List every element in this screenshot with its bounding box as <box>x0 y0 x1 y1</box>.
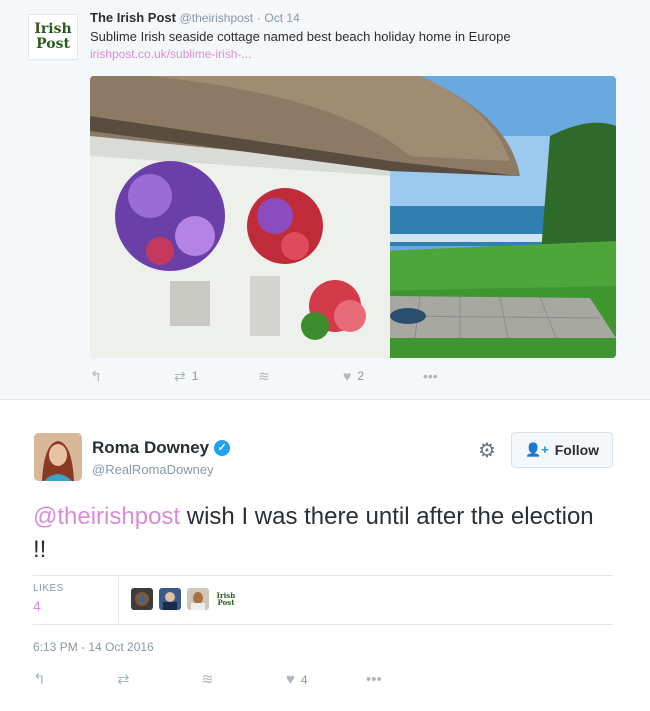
quoted-tweet-header: The Irish Post @theirishpost · Oct 14 <box>90 10 300 25</box>
quoted-retweet-button[interactable]: ⇄ 1 <box>174 368 198 384</box>
quoted-reply-button[interactable]: ↰ <box>90 368 102 384</box>
like-count: 4 <box>300 673 308 687</box>
more-icon: ••• <box>423 368 438 384</box>
retweet-button[interactable]: ⇄ <box>117 672 130 688</box>
liker-logo-line2: Post <box>217 598 235 607</box>
verified-badge-icon: ✓ <box>214 440 231 456</box>
irish-post-logo[interactable]: Irish Post <box>28 14 78 60</box>
stack-icon: ≋ <box>201 671 214 688</box>
stack-icon: ≋ <box>258 368 270 384</box>
liker-avatar[interactable] <box>159 588 181 610</box>
add-user-icon: 👤+ <box>524 442 549 457</box>
more-icon: ••• <box>366 671 382 688</box>
reply-icon: ↰ <box>33 671 46 688</box>
like-button[interactable]: ♥ 4 <box>286 672 308 688</box>
irish-post-liker-logo[interactable]: Irish Post <box>215 588 237 610</box>
author-handle[interactable]: @RealRomaDowney <box>92 462 214 477</box>
likes-separator <box>118 577 119 623</box>
quoted-stack-button[interactable]: ≋ <box>258 368 270 384</box>
follow-button[interactable]: 👤+ Follow <box>511 432 613 468</box>
quoted-tweet-text: Sublime Irish seaside cottage named best… <box>90 29 511 44</box>
follow-label: Follow <box>554 442 600 458</box>
more-button[interactable]: ••• <box>366 672 382 688</box>
avatar[interactable] <box>34 433 82 481</box>
tweet-actions: ↰ ⇄ ≋ ♥ 4 ••• <box>33 672 433 692</box>
gear-icon[interactable]: ⚙ <box>478 440 496 462</box>
quoted-tweet[interactable]: Irish Post The Irish Post @theirishpost … <box>0 0 650 400</box>
quoted-like-button[interactable]: ♥ 2 <box>343 368 364 384</box>
quoted-more-button[interactable]: ••• <box>423 368 438 384</box>
retweet-icon: ⇄ <box>117 671 130 688</box>
liker-avatar[interactable] <box>187 588 209 610</box>
tweet-text: @theirishpost wish I was there until aft… <box>33 500 613 566</box>
author-name[interactable]: Roma Downey ✓ <box>92 438 231 458</box>
heart-icon: ♥ <box>286 671 295 688</box>
reply-button[interactable]: ↰ <box>33 672 46 688</box>
quoted-retweet-count: 1 <box>191 369 199 383</box>
heart-icon: ♥ <box>343 368 352 384</box>
author-name-text: Roma Downey <box>92 438 210 457</box>
reply-icon: ↰ <box>90 368 102 384</box>
likers-list: Irish Post <box>131 588 237 610</box>
quoted-like-count: 2 <box>357 369 364 383</box>
liker-avatar[interactable] <box>131 588 153 610</box>
quoted-separator: · <box>256 11 261 25</box>
quoted-tweet-actions: ↰ ⇄ 1 ≋ ♥ 2 ••• <box>90 368 450 388</box>
divider <box>33 624 613 625</box>
quoted-tweet-link[interactable]: irishpost.co.uk/sublime-irish-... <box>90 47 251 61</box>
quoted-date[interactable]: Oct 14 <box>264 11 299 25</box>
likes-count[interactable]: 4 <box>33 598 41 614</box>
retweet-icon: ⇄ <box>174 368 186 384</box>
cottage-photo[interactable] <box>90 76 616 358</box>
logo-line1: Irish <box>34 21 72 37</box>
quoted-author-handle[interactable]: @theirishpost <box>180 11 254 25</box>
likes-label: LIKES <box>33 583 64 594</box>
quoted-author-name[interactable]: The Irish Post <box>90 10 176 25</box>
logo-line2: Post <box>36 36 70 52</box>
stack-button[interactable]: ≋ <box>201 672 214 688</box>
divider <box>33 575 613 576</box>
mention-link[interactable]: @theirishpost <box>33 503 180 530</box>
tweet-timestamp[interactable]: 6:13 PM - 14 Oct 2016 <box>33 640 154 654</box>
